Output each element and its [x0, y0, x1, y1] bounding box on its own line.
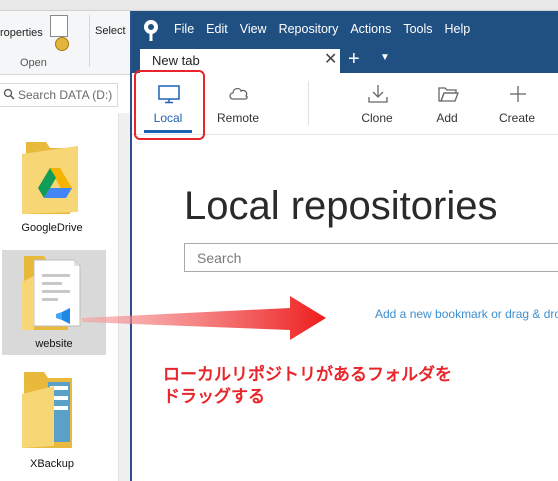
- properties-button[interactable]: roperties: [0, 27, 43, 39]
- file-item-xbackup[interactable]: XBackup: [12, 368, 92, 473]
- add-tab-button[interactable]: +: [348, 47, 360, 71]
- file-item-googledrive[interactable]: GoogleDrive: [12, 128, 92, 238]
- sourcetree-logo-icon: [144, 20, 158, 41]
- clone-label: Clone: [361, 111, 393, 125]
- menu-file[interactable]: File: [174, 22, 194, 36]
- file-item-label: XBackup: [29, 458, 75, 470]
- explorer-search-input[interactable]: Search DATA (D:): [18, 88, 112, 102]
- file-item-label: GoogleDrive: [21, 222, 83, 234]
- title-bar: File Edit View Repository Actions Tools …: [132, 11, 558, 47]
- annotation-text: ローカルリポジトリがあるフォルダを ドラッグする: [163, 364, 452, 408]
- chevron-down-icon[interactable]: ▼: [380, 52, 390, 63]
- page-title: Local repositories: [184, 184, 498, 228]
- add-bookmark-link[interactable]: Add a new bookmark or drag & drop: [375, 307, 558, 321]
- remote-label: Remote: [216, 111, 260, 125]
- create-button[interactable]: Create: [487, 73, 547, 133]
- explorer-ribbon: roperties Open Select: [0, 11, 133, 75]
- search-icon: [3, 88, 15, 100]
- select-button[interactable]: Select: [95, 25, 126, 37]
- create-label: Create: [498, 111, 536, 125]
- menu-repository[interactable]: Repository: [279, 22, 339, 36]
- file-item-website[interactable]: website: [2, 250, 106, 355]
- close-icon[interactable]: ✕: [324, 51, 337, 69]
- annotation-line-1: ローカルリポジトリがあるフォルダを: [163, 365, 452, 384]
- folder-vscode-icon: [22, 256, 81, 330]
- file-item-label: website: [35, 338, 73, 350]
- history-icon[interactable]: [55, 37, 69, 51]
- menu-edit[interactable]: Edit: [206, 22, 228, 36]
- repo-search-input[interactable]: Search: [197, 250, 241, 266]
- ribbon-group-open-label: Open: [20, 57, 47, 69]
- toolbar-separator: [308, 81, 309, 125]
- plus-icon: [510, 86, 526, 102]
- menu-view[interactable]: View: [240, 22, 267, 36]
- ribbon-separator: [89, 15, 90, 67]
- highlight-box: [134, 70, 205, 140]
- repo-search-box[interactable]: Search: [184, 243, 558, 272]
- explorer-top-strip: [0, 0, 558, 11]
- explorer-search-box[interactable]: Search DATA (D:): [0, 83, 118, 107]
- menu-tools[interactable]: Tools: [403, 22, 432, 36]
- screenshot-stage: roperties Open Select Search DATA (D:) G…: [0, 0, 558, 481]
- annotation-line-2: ドラッグする: [163, 387, 265, 406]
- google-drive-folder-icon: [22, 142, 78, 214]
- cloud-icon: [229, 87, 248, 100]
- folder-open-icon: [438, 87, 459, 102]
- add-button[interactable]: Add: [417, 73, 477, 133]
- clone-button[interactable]: Clone: [347, 73, 407, 133]
- properties-icon[interactable]: [50, 15, 68, 37]
- add-label: Add: [436, 111, 458, 125]
- menu-help[interactable]: Help: [445, 22, 471, 36]
- menu-actions[interactable]: Actions: [350, 22, 391, 36]
- folder-icon: [22, 372, 72, 448]
- tab-label: New tab: [152, 53, 200, 68]
- remote-button[interactable]: Remote: [208, 73, 268, 133]
- menu-bar: File Edit View Repository Actions Tools …: [174, 11, 482, 47]
- download-icon: [368, 85, 388, 103]
